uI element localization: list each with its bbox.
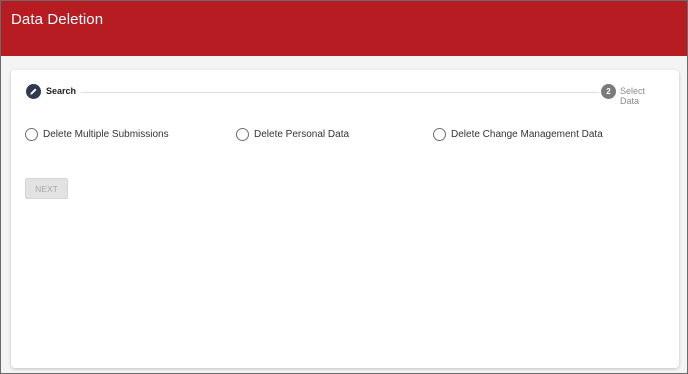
option-label: Delete Change Management Data	[451, 129, 603, 140]
deletion-type-options: Delete Multiple Submissions Delete Perso…	[25, 128, 665, 144]
wizard-card: Search 2 Select Data Delete Multiple Sub…	[11, 70, 679, 368]
page-title: Data Deletion	[11, 11, 104, 28]
step-search-label: Search	[46, 86, 77, 96]
step-select-data-label: Select Data	[620, 86, 646, 106]
step-select-data-indicator[interactable]: 2	[601, 84, 616, 99]
radio-button[interactable]	[25, 128, 38, 141]
next-button[interactable]: NEXT	[25, 178, 68, 199]
option-label: Delete Personal Data	[254, 129, 350, 140]
app-window: Data Deletion Search 2 Select Data Delet…	[0, 0, 688, 374]
stepper: Search 2 Select Data	[25, 84, 665, 106]
option-delete-multiple-submissions[interactable]: Delete Multiple Submissions	[25, 128, 169, 141]
pencil-icon	[30, 88, 37, 95]
option-delete-change-management-data[interactable]: Delete Change Management Data	[433, 128, 603, 141]
stepper-connector	[81, 92, 599, 93]
step-search-indicator[interactable]	[26, 84, 41, 99]
header-bar: Data Deletion	[1, 1, 687, 56]
option-label: Delete Multiple Submissions	[43, 129, 169, 140]
radio-button[interactable]	[433, 128, 446, 141]
radio-button[interactable]	[236, 128, 249, 141]
option-delete-personal-data[interactable]: Delete Personal Data	[236, 128, 349, 141]
